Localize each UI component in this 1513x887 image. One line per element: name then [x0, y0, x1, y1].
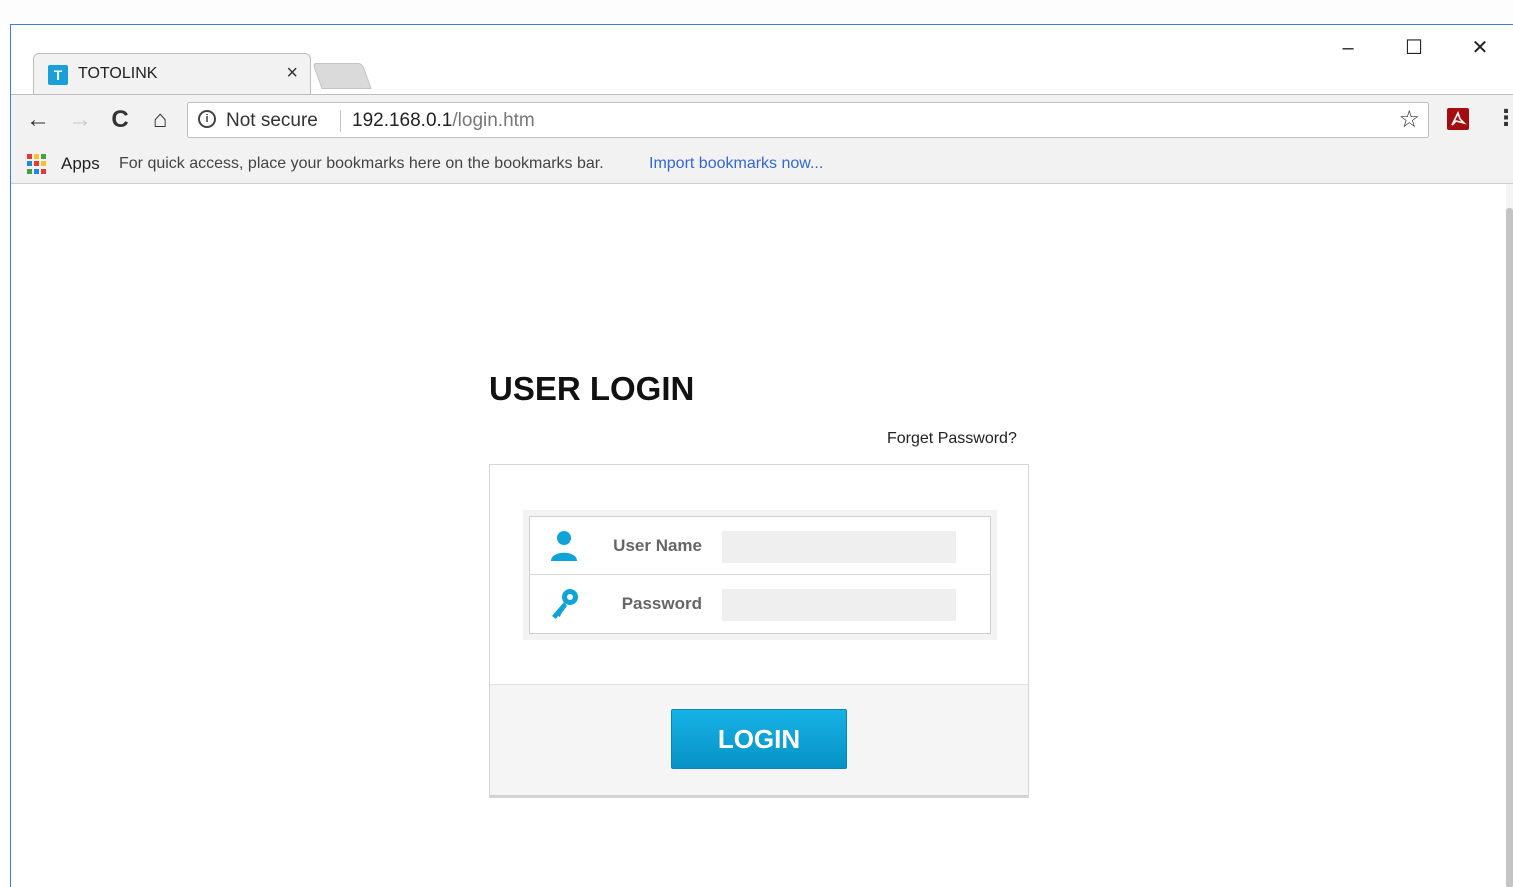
apps-shortcut[interactable]: Apps [61, 154, 100, 174]
user-icon [548, 529, 580, 563]
maximize-button[interactable]: ☐ [1381, 33, 1447, 63]
title-bar: T TOTOLINK × – ☐ ✕ [11, 25, 1513, 95]
back-button[interactable]: ← [23, 105, 53, 135]
reload-button[interactable]: C [105, 105, 135, 135]
login-button[interactable]: LOGIN [671, 709, 847, 769]
minimize-button[interactable]: – [1315, 33, 1381, 63]
bookmark-star-icon[interactable]: ☆ [1398, 105, 1420, 134]
close-window-button[interactable]: ✕ [1447, 33, 1513, 63]
login-footer: LOGIN [490, 684, 1028, 797]
username-label: User Name [613, 536, 702, 555]
new-tab-button[interactable] [312, 63, 372, 89]
tab-totolink[interactable]: T TOTOLINK × [33, 53, 311, 95]
bookmarks-bar: Apps For quick access, place your bookma… [11, 146, 1513, 184]
window-controls: – ☐ ✕ [1315, 33, 1513, 63]
password-label: Password [621, 594, 702, 613]
page-title: USER LOGIN [489, 370, 695, 407]
key-icon [548, 587, 580, 621]
info-icon[interactable]: i [198, 110, 216, 128]
address-bar[interactable]: i Not secure 192.168.0.1/login.htm ☆ [187, 102, 1429, 138]
url-path: /login.htm [452, 110, 535, 131]
desktop-background [0, 0, 1513, 24]
forget-password-link[interactable]: Forget Password? [887, 430, 1017, 448]
tab-title: TOTOLINK [78, 65, 158, 82]
omnibox-divider [340, 110, 341, 132]
username-row: User Name [530, 517, 990, 575]
import-bookmarks-link[interactable]: Import bookmarks now... [649, 155, 823, 173]
security-status[interactable]: Not secure [226, 110, 318, 132]
credentials-box: User Name Password [529, 516, 991, 634]
tab-close-icon[interactable]: × [286, 62, 298, 85]
password-row: Password [530, 575, 990, 633]
browser-menu-icon[interactable]: ⋮ [1495, 105, 1513, 131]
url-host: 192.168.0.1 [352, 110, 453, 131]
bookmarks-hint: For quick access, place your bookmarks h… [119, 155, 604, 172]
totolink-favicon-icon: T [48, 65, 68, 85]
navigation-toolbar: ← → C ⌂ i Not secure 192.168.0.1/login.h… [11, 94, 1513, 146]
credentials-frame: User Name Password [523, 510, 997, 640]
login-panel: User Name Password LOGIN [489, 464, 1029, 798]
scrollbar-thumb[interactable] [1506, 208, 1513, 887]
home-button[interactable]: ⌂ [145, 105, 175, 135]
apps-grid-icon[interactable] [27, 154, 47, 174]
page-scrollbar[interactable] [1506, 184, 1513, 887]
url-text[interactable]: 192.168.0.1/login.htm [352, 110, 535, 132]
browser-window: T TOTOLINK × – ☐ ✕ ← → C ⌂ i Not secure … [10, 24, 1513, 887]
password-input[interactable] [722, 589, 956, 621]
acrobat-extension-icon[interactable] [1447, 108, 1469, 130]
forward-button[interactable]: → [65, 105, 95, 135]
username-input[interactable] [722, 531, 956, 563]
